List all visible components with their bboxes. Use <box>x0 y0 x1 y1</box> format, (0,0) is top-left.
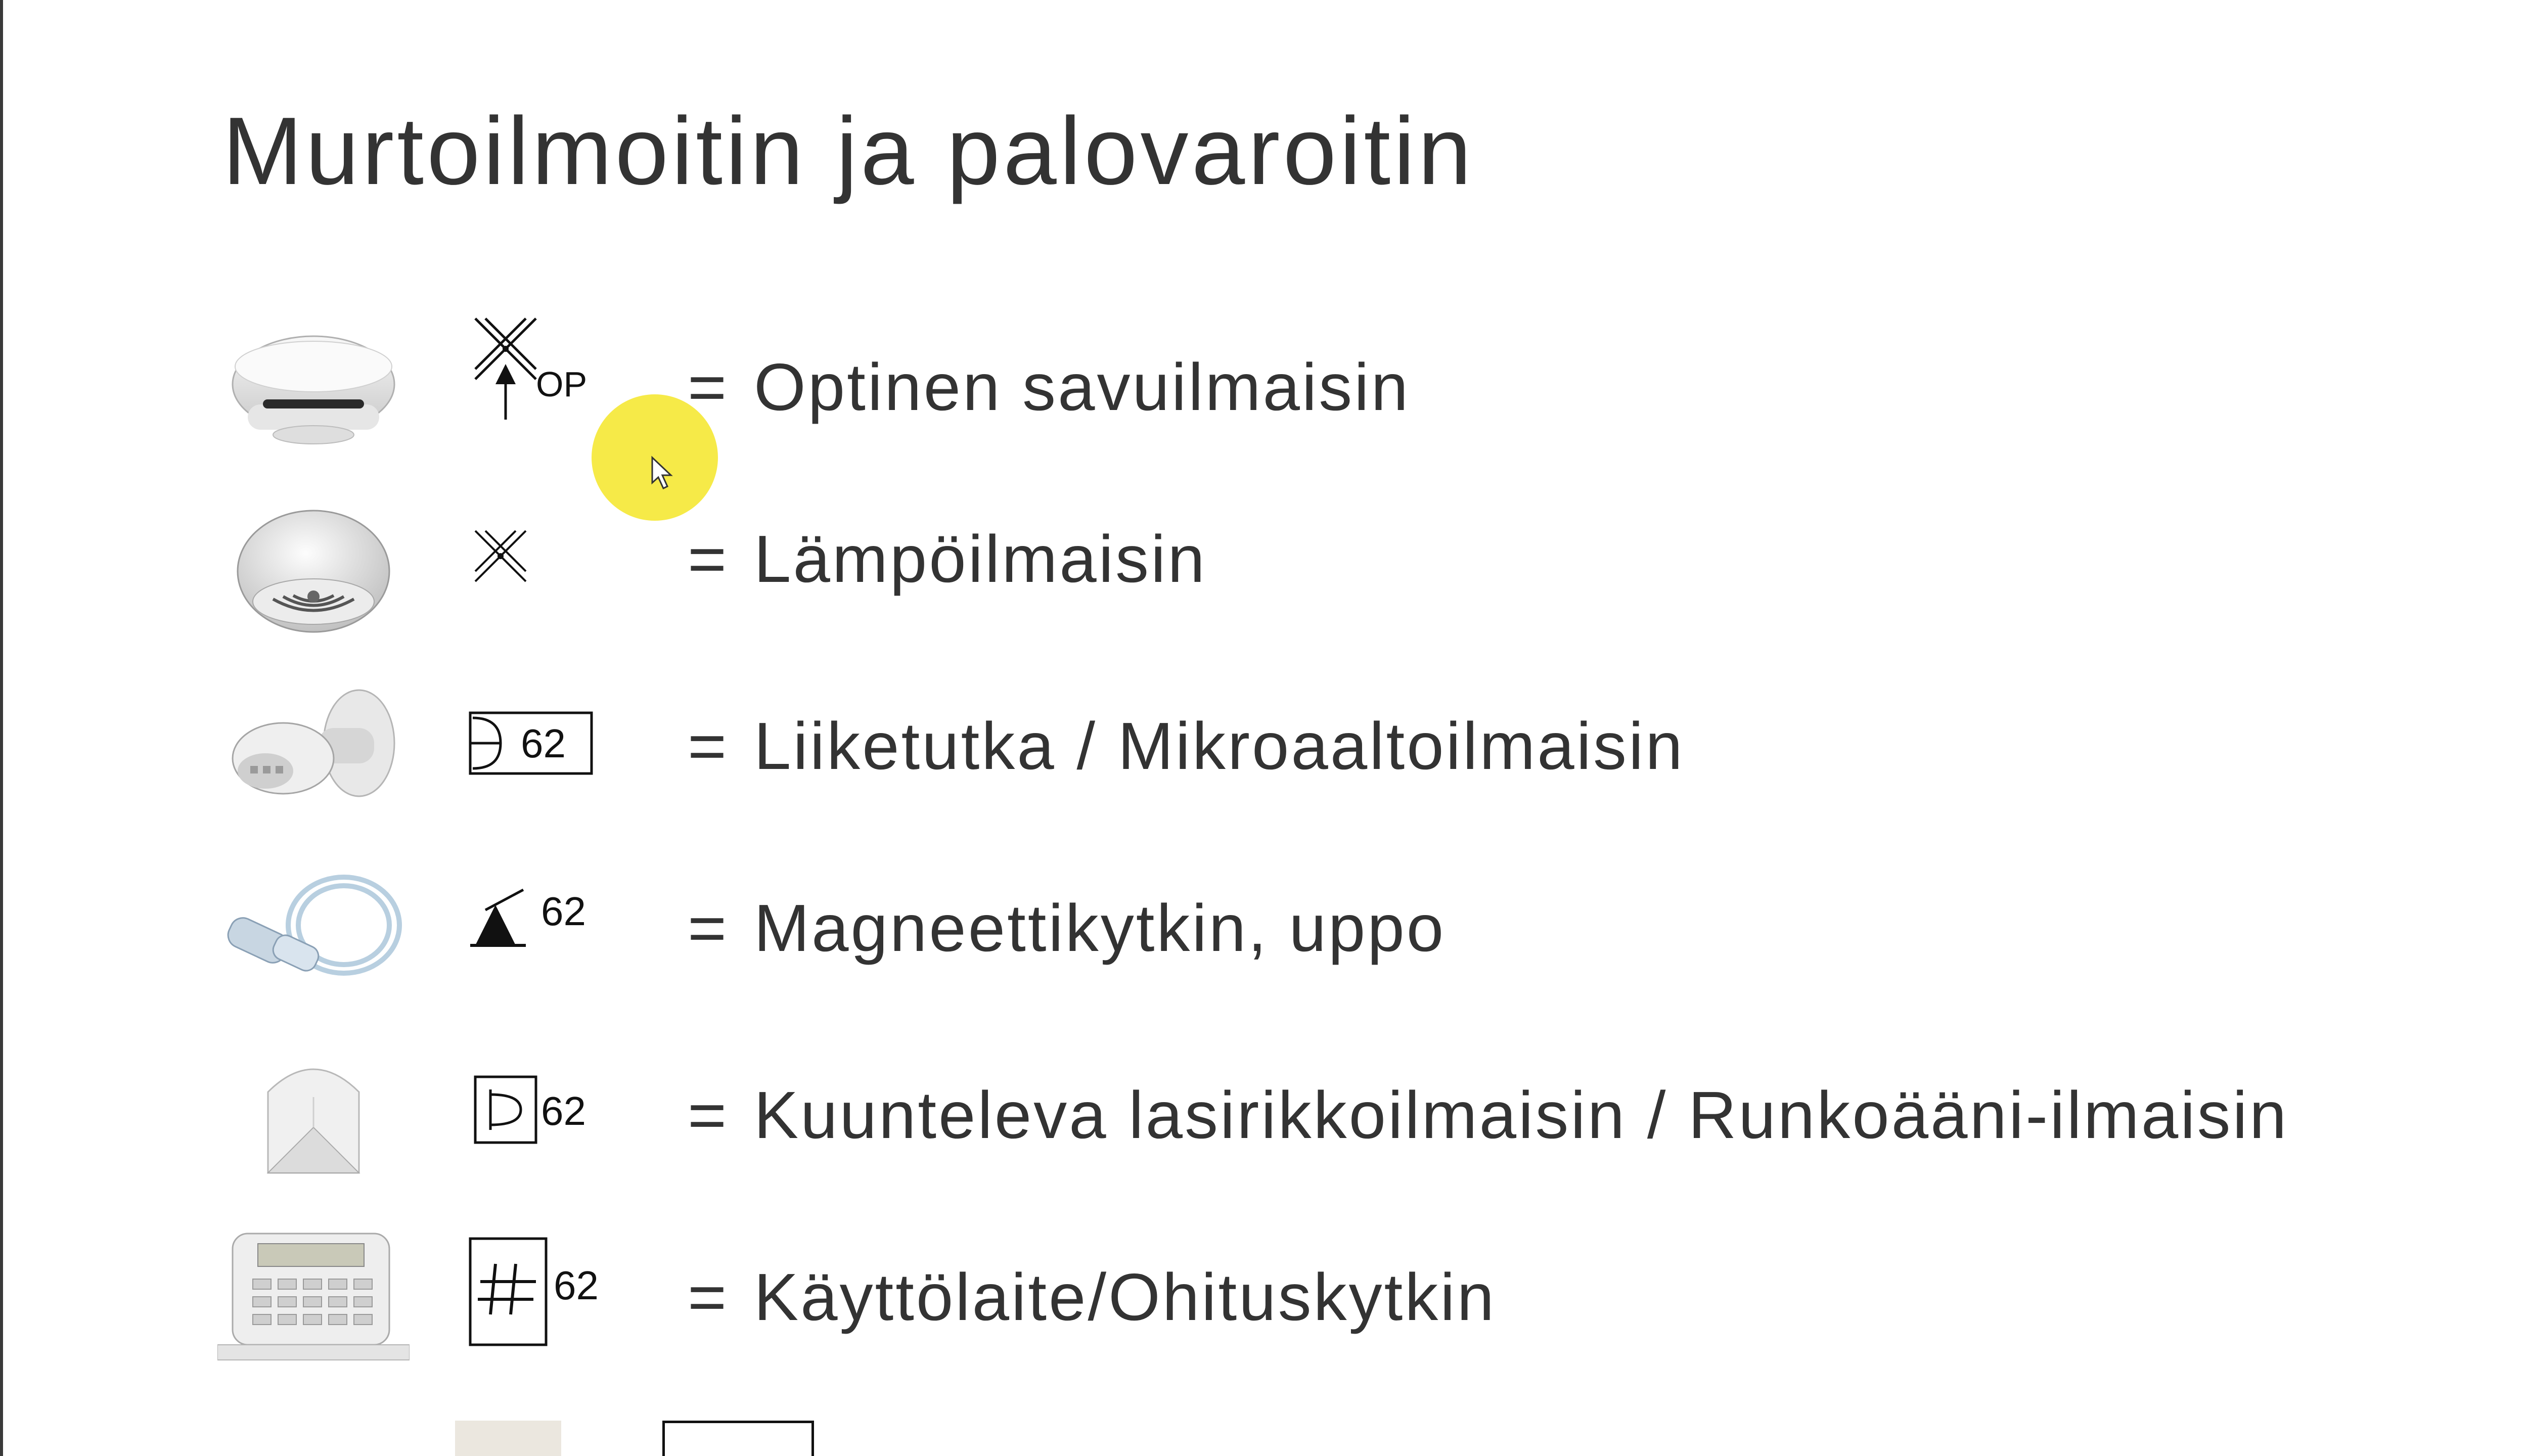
svg-text:62: 62 <box>554 1263 599 1308</box>
label-text: Kuunteleva lasirikkoilmaisin / Runkoääni… <box>754 1078 2289 1152</box>
heat-detector-photo <box>237 510 390 633</box>
legend-label: = Kuunteleva lasirikkoilmaisin / Runkoään… <box>688 1077 2288 1153</box>
legend-label: = Optinen savuilmaisin <box>688 349 1410 425</box>
legend-row-motion: 62 = Liiketutka / Mikroaaltoilmaisin <box>0 682 2528 849</box>
mouse-pointer-icon <box>651 456 673 490</box>
magnetic-switch-photo <box>227 875 402 976</box>
motion-sensor-photo <box>232 689 395 797</box>
slide-title: Murtoilmoitin ja palovaroitin <box>222 98 1475 205</box>
magnetic-switch-symbol: 62 <box>470 888 586 947</box>
label-text: Magneettikytkin, uppo <box>754 891 1446 965</box>
svg-text:62: 62 <box>541 1088 586 1133</box>
next-row-symbol-partial <box>662 1421 824 1456</box>
label-text: Käyttölaite/Ohituskytkin <box>754 1260 1497 1334</box>
legend-label: = Magneettikytkin, uppo <box>688 890 1446 966</box>
legend-label: = Käyttölaite/Ohituskytkin <box>688 1259 1496 1335</box>
svg-text:62: 62 <box>541 889 586 934</box>
heat-detector-symbol <box>474 530 527 582</box>
legend-row-magnet: 62 = Magneettikytkin, uppo <box>0 864 2528 1031</box>
legend-row-heat: = Lämpöilmaisin <box>0 500 2528 667</box>
svg-text:62: 62 <box>521 721 566 766</box>
label-text: Lämpöilmaisin <box>754 522 1207 596</box>
equals-sign: = <box>688 891 729 965</box>
legend-row-smoke: OP = Optinen savuilmaisin <box>0 308 2528 475</box>
equals-sign: = <box>688 709 729 783</box>
symbol-subscript: OP <box>536 365 588 404</box>
legend-row-keypad: 62 = Käyttölaite/Ohituskytkin <box>0 1223 2528 1390</box>
keypad-symbol: 62 <box>469 1237 599 1346</box>
optical-smoke-detector-photo <box>232 335 395 444</box>
label-text: Liiketutka / Mikroaaltoilmaisin <box>754 709 1685 783</box>
equals-sign: = <box>688 522 729 596</box>
glass-break-symbol: 62 <box>474 1075 586 1144</box>
equals-sign: = <box>688 1260 729 1334</box>
glass-break-detector-photo <box>266 1068 360 1174</box>
legend-label: = Liiketutka / Mikroaaltoilmaisin <box>688 708 1685 784</box>
next-row-photo-partial <box>455 1421 566 1456</box>
equals-sign: = <box>688 1078 729 1152</box>
legend-label: = Lämpöilmaisin <box>688 521 1207 597</box>
keypad-photo <box>217 1233 410 1360</box>
motion-sensor-symbol: 62 <box>469 711 593 775</box>
label-text: Optinen savuilmaisin <box>754 350 1410 424</box>
legend-row-glassbreak: 62 = Kuunteleva lasirikkoilmaisin / Runko… <box>0 1052 2528 1218</box>
